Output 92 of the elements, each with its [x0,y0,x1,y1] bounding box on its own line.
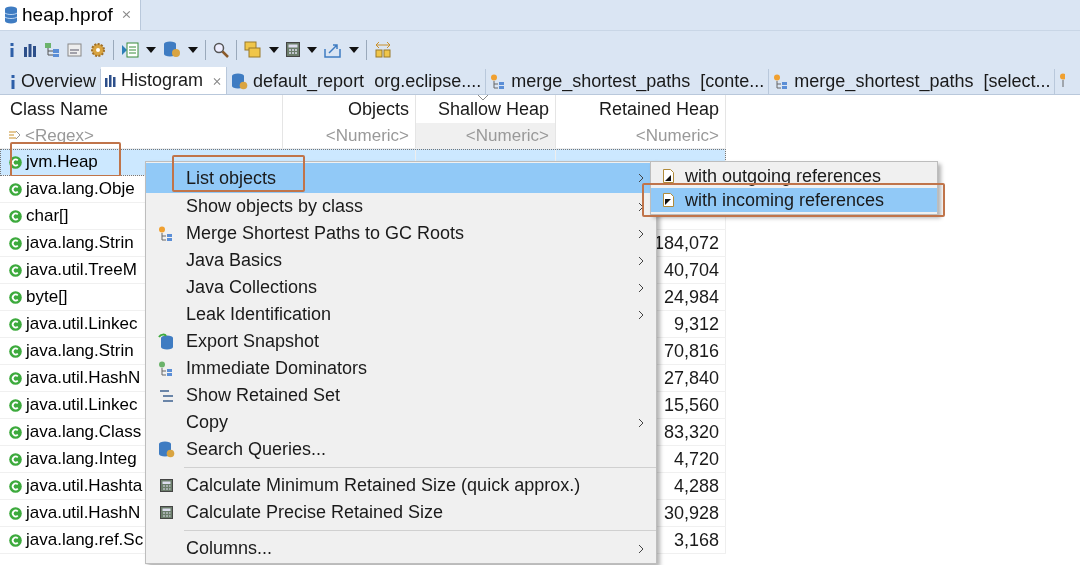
sort-caret-icon [478,95,488,101]
class-icon [9,182,22,196]
info-icon[interactable] [8,41,16,58]
menu-item[interactable]: Export Snapshot [146,328,656,355]
calculator-icon [159,506,173,519]
tree-icon [158,225,174,242]
editor-tab-title: heap.hprof [22,2,113,27]
table-cell-text: java.lang.Strin [26,232,134,255]
menu-item[interactable]: Columns... [146,535,656,562]
dropdown-arrow-icon[interactable] [269,46,279,53]
class-icon [9,344,22,358]
menu-item[interactable]: Java Basics [146,247,656,274]
table-cell-text: byte[] [26,286,68,309]
close-icon[interactable]: ⨯ [212,71,223,90]
report-icon[interactable] [121,41,139,58]
dropdown-arrow-icon[interactable] [307,46,317,53]
dropdown-arrow-icon[interactable] [146,46,156,53]
table-cell-text: 15,560 [663,393,719,417]
view-tab[interactable]: Histogram ⨯ [101,67,228,94]
menu-item[interactable]: Copy [146,409,656,436]
menu-item[interactable]: Calculate Precise Retained Size [146,499,656,526]
menu-item[interactable]: Leak Identification [146,301,656,328]
calculator-icon [159,479,173,492]
dropdown-arrow-icon[interactable] [188,46,198,53]
class-icon [9,263,22,277]
database-icon [4,6,18,24]
table-cell-text: 184,072 [653,231,719,255]
class-icon [9,452,22,466]
table-cell-text: 70,816 [663,339,719,363]
class-icon [9,425,22,439]
table-cell-text: 4,720 [673,447,719,471]
tree-icon [773,73,790,90]
table-cell-text: java.lang.Obje [26,178,135,201]
database-gear-icon [157,441,175,458]
dropdown-arrow-icon[interactable] [349,46,359,53]
menu-item[interactable]: Calculate Minimum Retained Size (quick approx.) [146,472,656,499]
tree-icon [158,360,174,377]
info-icon [10,74,16,89]
document-arrow-icon [662,169,674,183]
table-cell-text: java.lang.Integ [26,448,137,471]
table-cell-text: 27,840 [663,366,719,390]
table-cell-text: java.lang.ref.Sc [26,529,144,552]
menu-item[interactable]: Java Collections [146,274,656,301]
class-icon [9,398,22,412]
table-cell-text: java.util.Hashta [26,475,143,498]
class-icon [9,371,22,385]
database-gear-icon[interactable] [163,41,181,58]
table-cell-text: java.lang.Class [26,421,142,444]
class-icon [9,533,22,547]
calculator-icon[interactable] [286,42,300,57]
class-icon [9,209,22,223]
filter-icon [8,129,21,142]
table-cell-text: 40,704 [663,258,719,282]
menu-item[interactable]: Show Retained Set [146,382,656,409]
class-icon [9,317,22,331]
class-icon [9,155,22,169]
class-icon [9,290,22,304]
bar-chart-icon [105,74,116,87]
document-arrow-icon [662,193,674,207]
list-icon [158,389,174,402]
menu-item[interactable]: with incoming references [651,188,937,212]
tree-icon[interactable] [44,41,60,58]
editor-tab[interactable]: heap.hprof ⨯ [0,0,141,30]
tree-icon [490,73,507,90]
table-cell-text: 30,928 [663,501,719,525]
menu-item[interactable]: Immediate Dominators [146,355,656,382]
bar-chart-icon[interactable] [23,42,37,57]
database-arrow-icon [158,333,174,350]
class-icon [9,479,22,493]
tree-icon [1059,73,1066,89]
table-cell-text: java.util.Linkec [26,313,138,336]
export-icon[interactable] [324,41,342,58]
class-icon [9,236,22,250]
table-cell-text: char[] [26,205,69,228]
table-cell-text: java.util.HashN [26,502,141,525]
table-cell-text: 4,288 [673,474,719,498]
search-icon[interactable] [213,41,229,58]
table-cell-text: java.util.HashN [26,367,141,390]
table-cell-text: java.lang.Strin [26,340,134,363]
table-cell-text: 83,320 [663,420,719,444]
table-cell-text: 9,312 [673,312,719,336]
table-cell-text: jvm.Heap [26,151,98,174]
table-cell-text: 24,984 [663,285,719,309]
class-icon [9,506,22,520]
table-cell-text: 3,168 [673,528,719,552]
table-cell-text: java.util.TreeM [26,259,137,282]
gear-icon[interactable] [90,41,106,58]
menu-item[interactable]: Search Queries... [146,436,656,463]
database-gear-icon [231,73,249,90]
close-icon[interactable]: ⨯ [120,5,132,25]
table-cell-text: java.util.Linkec [26,394,138,417]
menu-item[interactable]: Merge Shortest Paths to GC Roots [146,220,656,247]
